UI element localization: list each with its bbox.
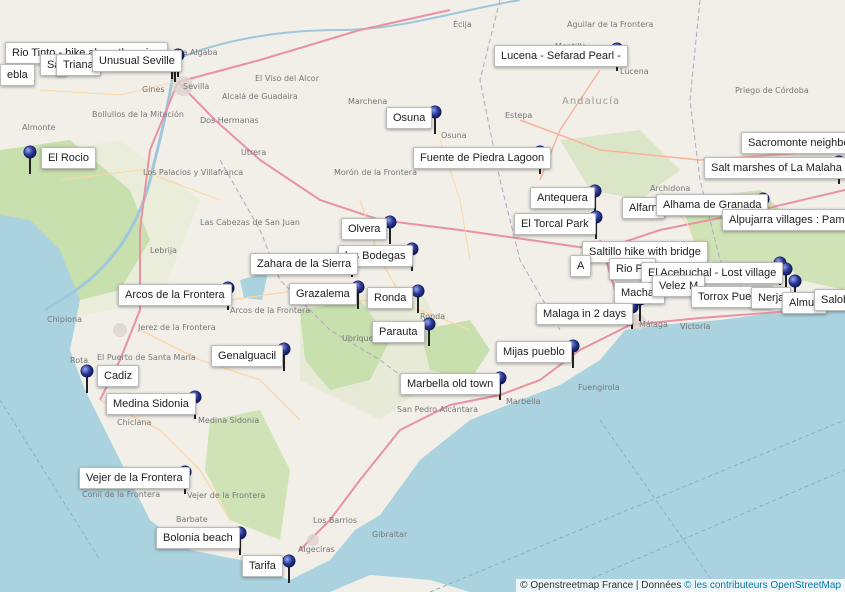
town-name: Las Cabezas de San Juan <box>200 218 300 227</box>
region-name: Andalucía <box>562 96 621 107</box>
town-name: Los Palacios y Villafranca <box>143 168 244 177</box>
place-label-ronda[interactable]: Ronda <box>367 287 414 309</box>
attribution-prefix: © Openstreetmap France | Données <box>520 580 685 591</box>
town-name: Medina Sidonia <box>198 416 260 425</box>
place-label-antequera[interactable]: Antequera <box>530 187 595 209</box>
place-label-medina[interactable]: Medina Sidonia <box>106 393 196 415</box>
map-pin-icon[interactable] <box>80 364 94 394</box>
town-name: Conil de la Frontera <box>82 490 161 499</box>
place-label-zahara[interactable]: Zahara de la Sierra <box>250 253 359 275</box>
map-pin-icon[interactable] <box>411 284 425 314</box>
place-label-osuna[interactable]: Osuna <box>386 107 433 129</box>
place-label-arcos[interactable]: Arcos de la Frontera <box>118 284 232 306</box>
town-name: Algeciras <box>298 545 335 554</box>
town-name: Los Barrios <box>313 516 358 525</box>
attribution-link[interactable]: © les contributeurs OpenStreetMap <box>684 580 841 591</box>
town-name: Alcalá de Guadaira <box>222 92 298 101</box>
town-name: Fuengirola <box>578 383 620 392</box>
town-name: Jerez de la Frontera <box>138 323 216 332</box>
town-name: Victoria <box>680 322 711 331</box>
map-attribution: © Openstreetmap France | Données © les c… <box>516 579 845 592</box>
place-label-a[interactable]: A <box>570 255 592 277</box>
place-label-salt-marshes[interactable]: Salt marshes of La Malaha <box>704 157 845 179</box>
town-name: Utrera <box>241 148 267 157</box>
place-label-alpujarra[interactable]: Alpujarra villages : Pampaneira <box>722 209 845 231</box>
town-name: Chiclana <box>117 418 152 427</box>
place-label-el-rocio[interactable]: El Rocio <box>41 147 96 169</box>
place-label-el-torcal[interactable]: El Torcal Park <box>514 213 596 235</box>
place-label-salob[interactable]: Salobr <box>814 289 845 311</box>
place-label-fuente-piedra[interactable]: Fuente de Piedra Lagoon <box>413 147 552 169</box>
town-name: Bollullos de la Mitación <box>92 110 184 119</box>
town-name: Morón de la Frontera <box>334 168 417 177</box>
place-label-malaga[interactable]: Malaga in 2 days <box>536 303 634 325</box>
place-label-tarifa[interactable]: Tarifa <box>242 555 283 577</box>
map-canvas[interactable]: Écija Aguilar de la Frontera La Algaba Sevi… <box>0 0 845 592</box>
place-label-parauta[interactable]: Parauta <box>372 321 425 343</box>
town-name: Arcos de la Frontera <box>230 306 311 315</box>
town-name: Chipiona <box>47 315 83 324</box>
town-name: San Pedro Alcántara <box>397 405 478 414</box>
town-name: Gibraltar <box>372 530 408 539</box>
town-name: Gines <box>142 85 165 94</box>
town-name: Lucena <box>620 67 649 76</box>
town-name: Aguilar de la Frontera <box>567 20 654 29</box>
place-label-cadiz[interactable]: Cadiz <box>97 365 140 387</box>
town-name: Dos Hermanas <box>200 116 259 125</box>
place-label-olvera[interactable]: Olvera <box>341 218 388 240</box>
town-name: Barbate <box>176 515 208 524</box>
town-name: El Viso del Alcor <box>255 74 319 83</box>
town-name: Ubrique <box>342 334 374 343</box>
town-name: Lebrija <box>150 246 177 255</box>
map-pin-icon[interactable] <box>23 145 37 175</box>
town-name: Vejer de la Frontera <box>187 491 266 500</box>
town-name: Osuna <box>441 131 467 140</box>
town-name: Écija <box>453 20 472 29</box>
place-label-marbella[interactable]: Marbella old town <box>400 373 501 395</box>
place-label-bolonia[interactable]: Bolonia beach <box>156 527 240 549</box>
town-name: Priego de Córdoba <box>735 86 809 95</box>
place-label-sacromonte[interactable]: Sacromonte neighbourhood <box>741 132 845 154</box>
place-label-mijas[interactable]: Mijas pueblo <box>496 341 572 363</box>
town-name: Marbella <box>506 397 541 406</box>
town-name: Sevilla <box>183 82 210 91</box>
place-label-grazalema[interactable]: Grazalema <box>289 283 357 305</box>
place-label-genalguacil[interactable]: Genalguacil <box>211 345 284 367</box>
town-name: Estepa <box>505 111 533 120</box>
town-name: Archidona <box>650 184 691 193</box>
town-name: El Puerto de Santa María <box>97 353 196 362</box>
town-name: Almonte <box>22 123 56 132</box>
place-label-vejer[interactable]: Vejer de la Frontera <box>79 467 190 489</box>
place-label-lucena[interactable]: Lucena - Sefarad Pearl - <box>494 45 628 67</box>
town-name: Marchena <box>348 97 388 106</box>
place-label-unusual-seville[interactable]: Unusual Seville <box>92 50 182 72</box>
map-pin-icon[interactable] <box>282 554 296 584</box>
place-label-ebla[interactable]: ebla <box>0 64 35 86</box>
